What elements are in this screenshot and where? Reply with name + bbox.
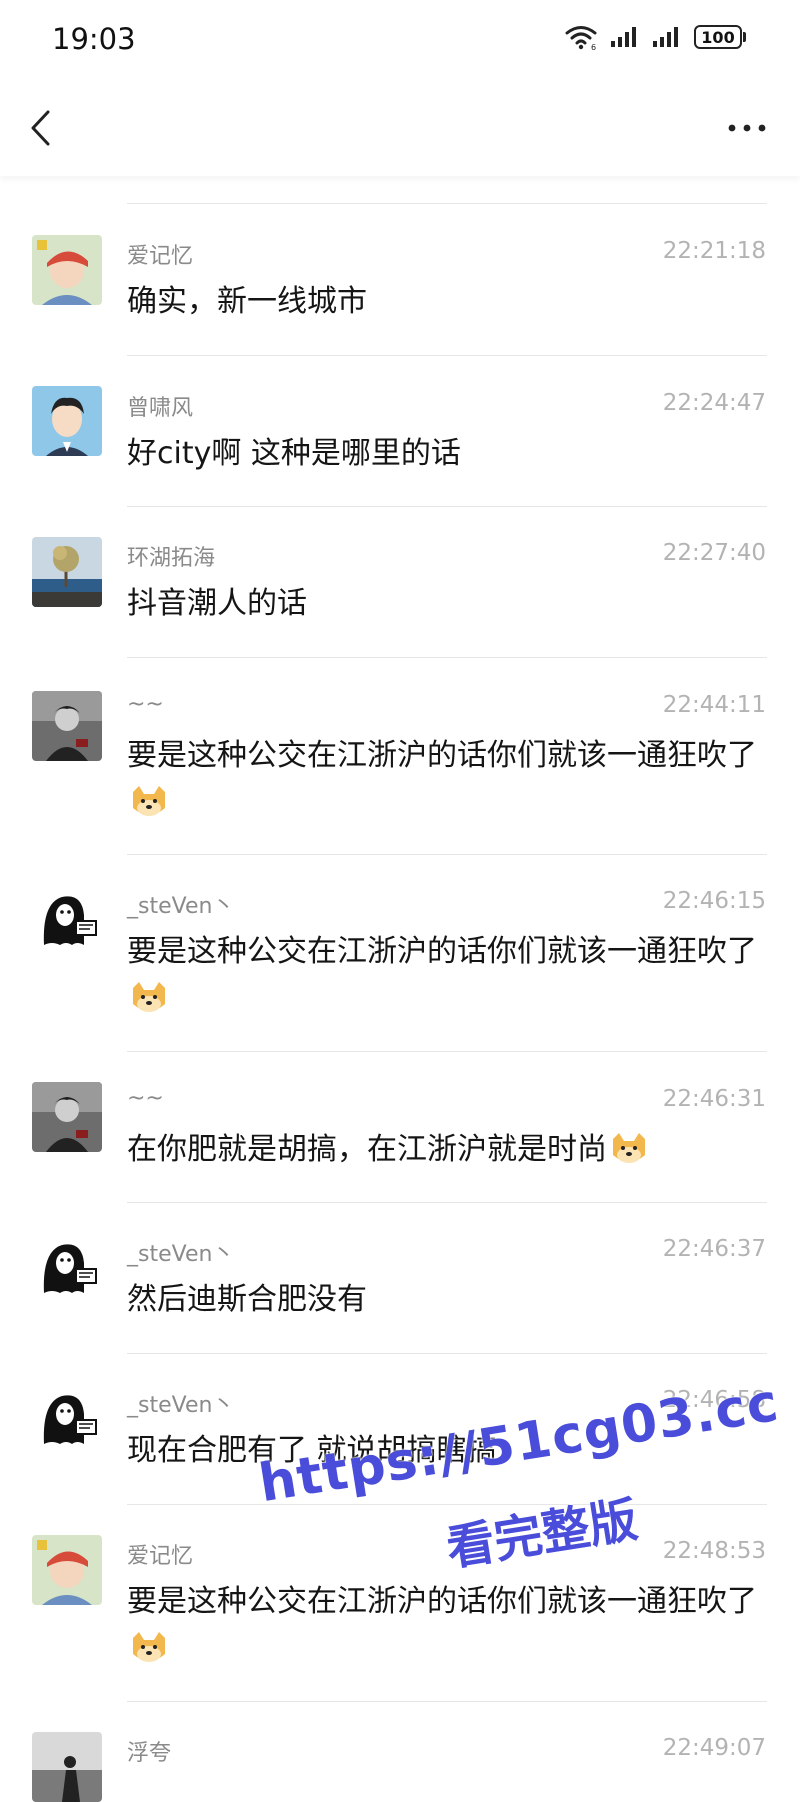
list-item[interactable]: _steVen丶 22:46:58 现在合肥有了 就说胡搞瞎搞 xyxy=(0,1354,800,1504)
list-item[interactable]: ~~ 22:46:31 在你肥就是胡搞，在江浙沪就是时尚 xyxy=(0,1052,800,1202)
avatar[interactable] xyxy=(32,885,102,955)
message-time: 22:46:58 xyxy=(662,1387,766,1413)
more-dots-icon xyxy=(728,124,766,132)
doge-emoji xyxy=(133,1632,165,1662)
avatar[interactable] xyxy=(32,691,102,761)
svg-text:6: 6 xyxy=(591,43,596,50)
sender-name: _steVen丶 xyxy=(127,1242,235,1267)
message-time: 22:21:18 xyxy=(662,238,766,264)
message-text: 在你肥就是胡搞，在江浙沪就是时尚 xyxy=(127,1126,767,1173)
avatar[interactable] xyxy=(32,1732,102,1802)
message-time: 22:27:40 xyxy=(662,540,766,566)
message-text: 抖音潮人的话 xyxy=(127,586,307,621)
avatar[interactable] xyxy=(32,1082,102,1152)
message-text: 确实，新一线城市 xyxy=(127,284,367,319)
status-bar: 19:03 6 100 xyxy=(0,0,800,80)
sender-name: _steVen丶 xyxy=(127,1393,235,1418)
doge-emoji xyxy=(613,1133,645,1163)
chevron-left-icon xyxy=(31,110,50,146)
avatar[interactable] xyxy=(32,1535,102,1605)
avatar[interactable] xyxy=(32,235,102,305)
message-time: 22:46:15 xyxy=(662,888,766,914)
message-time: 22:44:11 xyxy=(662,692,766,718)
list-item[interactable]: 爱记忆 22:48:53 要是这种公交在江浙沪的话你们就该一通狂吹了 xyxy=(0,1505,800,1701)
signal-icon xyxy=(652,26,682,48)
list-item[interactable]: 浮夸 22:49:07 xyxy=(0,1702,800,1802)
message-time: 22:48:53 xyxy=(662,1538,766,1564)
avatar[interactable] xyxy=(32,386,102,456)
message-text: 要是这种公交在江浙沪的话你们就该一通狂吹了 xyxy=(127,1578,767,1672)
list-item[interactable]: 爱记忆 22:21:18 确实，新一线城市 xyxy=(0,204,800,354)
sender-name: 爱记忆 xyxy=(127,1544,194,1569)
top-bar xyxy=(0,80,800,176)
list-item[interactable]: _steVen丶 22:46:15 要是这种公交在江浙沪的话你们就该一通狂吹了 xyxy=(0,855,800,1051)
message-text: 要是这种公交在江浙沪的话你们就该一通狂吹了 xyxy=(127,928,767,1022)
list-item[interactable]: _steVen丶 22:46:37 然后迪斯合肥没有 xyxy=(0,1203,800,1353)
status-time: 19:03 xyxy=(52,22,136,56)
battery-level: 100 xyxy=(694,25,742,49)
battery-icon: 100 xyxy=(694,25,746,49)
message-text: 要是这种公交在江浙沪的话你们就该一通狂吹了 xyxy=(127,732,767,826)
message-time: 22:24:47 xyxy=(662,390,766,416)
message-text: 然后迪斯合肥没有 xyxy=(127,1282,367,1317)
back-button[interactable] xyxy=(22,104,58,152)
list-item[interactable]: 曾啸风 22:24:47 好city啊 这种是哪里的话 xyxy=(0,356,800,506)
sender-name: ~~ xyxy=(127,692,164,717)
avatar[interactable] xyxy=(32,1233,102,1303)
sender-name: 浮夸 xyxy=(127,1741,172,1766)
avatar[interactable] xyxy=(32,537,102,607)
list-item[interactable]: ~~ 22:44:11 要是这种公交在江浙沪的话你们就该一通狂吹了 xyxy=(0,658,800,854)
status-icons: 6 100 xyxy=(564,24,746,50)
sender-name: ~~ xyxy=(127,1086,164,1111)
signal-icon xyxy=(610,26,640,48)
message-text: 好city啊 这种是哪里的话 xyxy=(127,436,461,471)
message-time: 22:46:31 xyxy=(662,1086,766,1112)
sender-name: 环湖拓海 xyxy=(127,546,216,571)
more-button[interactable] xyxy=(722,110,772,146)
wifi-icon: 6 xyxy=(564,24,598,50)
sender-name: _steVen丶 xyxy=(127,894,235,919)
message-time: 22:46:37 xyxy=(662,1236,766,1262)
doge-emoji xyxy=(133,982,165,1012)
message-time: 22:49:07 xyxy=(662,1735,766,1761)
sender-name: 曾啸风 xyxy=(127,396,194,421)
message-text: 现在合肥有了 就说胡搞瞎搞 xyxy=(127,1433,497,1468)
list-item[interactable]: 环湖拓海 22:27:40 抖音潮人的话 xyxy=(0,507,800,657)
doge-emoji xyxy=(133,786,165,816)
avatar[interactable] xyxy=(32,1384,102,1454)
sender-name: 爱记忆 xyxy=(127,244,194,269)
